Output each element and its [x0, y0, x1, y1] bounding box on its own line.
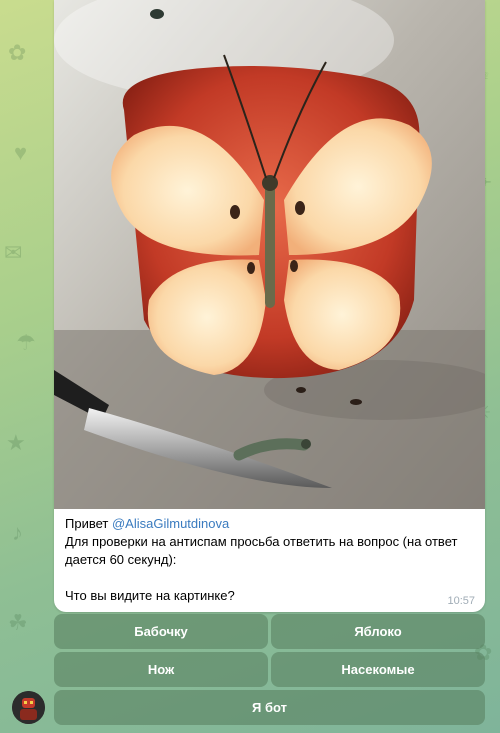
- answer-button-insects[interactable]: Насекомые: [271, 652, 485, 687]
- answer-button-i-am-bot[interactable]: Я бот: [54, 690, 485, 725]
- keyboard-row: Я бот: [54, 690, 485, 725]
- antispam-instruction: Для проверки на антиспам просьба ответит…: [65, 534, 458, 567]
- keyboard-row: Нож Насекомые: [54, 652, 485, 687]
- answer-button-knife[interactable]: Нож: [54, 652, 268, 687]
- message-photo[interactable]: [54, 0, 485, 509]
- chat-message-bubble: Привет @AlisaGilmutdinova Для проверки н…: [54, 0, 485, 612]
- message-text: Привет @AlisaGilmutdinova Для проверки н…: [65, 515, 475, 605]
- bot-avatar-icon: [12, 691, 45, 724]
- user-mention-link[interactable]: @AlisaGilmutdinova: [112, 516, 229, 531]
- answer-button-apple[interactable]: Яблоко: [271, 614, 485, 649]
- bot-avatar[interactable]: [12, 691, 45, 724]
- greeting-text: Привет: [65, 516, 109, 531]
- keyboard-row: Бабочку Яблоко: [54, 614, 485, 649]
- message-timestamp: 10:57: [447, 595, 475, 607]
- question-text: Что вы видите на картинке?: [65, 588, 235, 603]
- inline-keyboard: Бабочку Яблоко Нож Насекомые Я бот: [54, 614, 485, 728]
- answer-button-butterfly[interactable]: Бабочку: [54, 614, 268, 649]
